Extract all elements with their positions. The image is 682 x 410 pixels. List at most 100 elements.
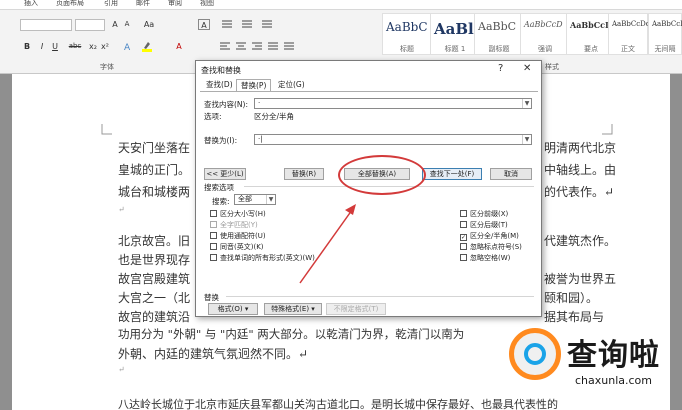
doc-line: 北京故宫。旧 [118,234,191,248]
sounds-like-checkbox[interactable]: 同音(英文)(K) [210,242,264,252]
doc-line: 故宫的建筑沿 [118,310,191,324]
tab-divider [200,91,538,92]
doc-line-fragment: 颐和园）。 [544,291,599,305]
checkbox-label: 区分前缀(X) [470,210,509,218]
chevron-down-icon[interactable]: ▼ [522,99,531,108]
grow-font-button[interactable]: A [110,19,120,30]
style-subtitle[interactable]: AaBbC 副标题 [474,13,524,55]
style-name: 正文 [621,45,635,53]
less-button[interactable]: << 更少(L) [204,168,246,180]
find-value: · [258,99,261,107]
replace-section-label: 替换 [204,293,219,302]
close-icon[interactable]: ✕ [523,63,531,74]
style-sample: AaBbCcD [570,20,612,30]
find-next-button[interactable]: 查找下一处(F) [422,168,482,180]
italic-button[interactable]: I [37,41,47,52]
match-prefix-checkbox[interactable]: 区分前缀(X) [460,209,508,219]
style-no-spacing[interactable]: AaBbCcDo 无间隔 [648,13,682,55]
format-button[interactable]: 格式(O) ▾ [208,303,258,315]
match-suffix-checkbox[interactable]: 区分后缀(T) [460,220,508,230]
font-group-label: 字体 [100,63,114,71]
font-name-combo[interactable] [20,19,72,31]
tab-mailings[interactable]: 邮件 [136,0,150,8]
svg-text:A: A [124,43,131,51]
checkmark-icon: ✓ [460,234,467,241]
doc-line: 外朝、内廷的建筑气氛迥然不同。↵ [118,347,309,361]
cancel-button[interactable]: 取消 [490,168,532,180]
options-label: 选项: [204,112,222,121]
ignore-space-checkbox[interactable]: 忽略空格(W) [460,253,510,263]
doc-line: 故宫宫殿建筑 [118,272,191,286]
ignore-punctuation-checkbox[interactable]: 忽略标点符号(S) [460,242,522,252]
options-value: 区分全/半角 [254,112,295,121]
checkbox-label: 区分大小写(H) [220,210,266,218]
tab-insert[interactable]: 插入 [24,0,38,8]
chevron-down-icon[interactable]: ▼ [266,195,275,204]
all-word-forms-checkbox[interactable]: 查找单词的所有形式(英文)(W) [210,253,315,263]
chevron-down-icon[interactable]: ▼ [522,135,531,144]
watermark: 查询啦 chaxunla.com [505,322,680,410]
doc-line-fragment: 被誉为世界五 [544,272,617,286]
tab-references[interactable]: 引用 [104,0,118,8]
styles-group-label: 样式 [545,63,559,71]
no-formatting-button[interactable]: 不限定格式(T) [326,303,386,315]
shrink-font-button[interactable]: A [122,19,132,30]
tab-review[interactable]: 审阅 [168,0,182,8]
font-size-combo[interactable] [75,19,105,31]
replace-input[interactable]: ·| ▼ [254,134,532,145]
text-effect-icon[interactable]: A [122,41,134,53]
checkbox-label: 区分后缀(T) [470,221,508,229]
dialog-title: 查找和替换 [201,66,241,75]
style-emphasis[interactable]: AaBbCcD 强调 [520,13,570,55]
replace-button[interactable]: 替换(R) [284,168,324,180]
style-normal[interactable]: AaBbCcDo 正文 [608,13,650,55]
style-name: 强调 [538,45,552,53]
change-case-button[interactable]: Aa [142,19,156,30]
find-input[interactable]: · ▼ [254,98,532,109]
doc-line: 也是世界现存 [118,253,191,267]
match-case-checkbox[interactable]: 区分大小写(H) [210,209,266,219]
highlight-icon[interactable] [140,41,154,52]
doc-line: 八达岭长城位于北京市延庆县军都山关沟古道北口。是明长城中保存最好、也最具代表性的 [118,398,558,410]
bold-button[interactable]: B [22,41,32,52]
tab-view[interactable]: 视图 [200,0,214,8]
style-sample: AaBbCcDo [652,20,682,28]
checkbox-label: 同音(英文)(K) [220,243,264,251]
watermark-text: 查询啦 [567,338,660,373]
doc-line-fragment: 中轴线上。由 [544,163,617,177]
doc-line: 功用分为 "外朝" 与 "内廷" 两大部分。以乾清门为界，乾清门以南为 [118,327,465,341]
superscript-button[interactable]: x² [100,41,110,52]
find-label: 查找内容(N): [204,100,248,109]
doc-line: 皇城的正门。 [118,163,191,177]
char-border-button[interactable]: A [198,19,210,30]
match-width-checkbox[interactable]: ✓ 区分全/半角(M) [460,231,519,241]
help-icon[interactable]: ? [498,63,503,74]
tab-page-layout[interactable]: 页面布局 [56,0,84,8]
style-heading1[interactable]: AaBl 标题 1 [430,13,480,55]
strikethrough-button[interactable]: abc [68,41,82,52]
replace-label: 替换为(I): [204,136,238,145]
search-label: 搜索: [212,197,230,206]
wildcards-checkbox[interactable]: 使用通配符(U) [210,231,266,241]
doc-line-fragment: 的代表作。↵ [544,185,615,199]
watermark-url: chaxunla.com [575,374,652,387]
subscript-button[interactable]: x₂ [88,41,98,52]
search-direction-select[interactable]: 全部 ▼ [234,194,276,205]
ribbon-tabs: 插入 页面布局 引用 邮件 审阅 视图 [0,0,682,10]
checkbox-label: 使用通配符(U) [220,232,266,240]
underline-button[interactable]: U [50,41,60,52]
paragraph-mark: ↵ [118,365,125,374]
whole-word-checkbox[interactable]: 全字匹配(Y) [210,220,258,230]
font-color-button[interactable]: A [174,41,184,52]
style-sample: AaBbC [478,20,517,33]
checkbox-label: 忽略空格(W) [470,254,511,262]
search-options-label: 搜索选项 [204,183,234,192]
checkbox-label: 忽略标点符号(S) [470,243,522,251]
style-name: 无间隔 [654,45,676,53]
style-title[interactable]: AaBbC 标题 [382,13,432,55]
special-format-button[interactable]: 特殊格式(E) ▾ [264,303,322,315]
paragraph-buttons-icon[interactable] [218,16,368,56]
doc-line: 天安门坐落在 [118,141,191,155]
doc-line: 城台和城楼两 [118,185,191,199]
style-sample: AaBbCcD [524,20,563,29]
